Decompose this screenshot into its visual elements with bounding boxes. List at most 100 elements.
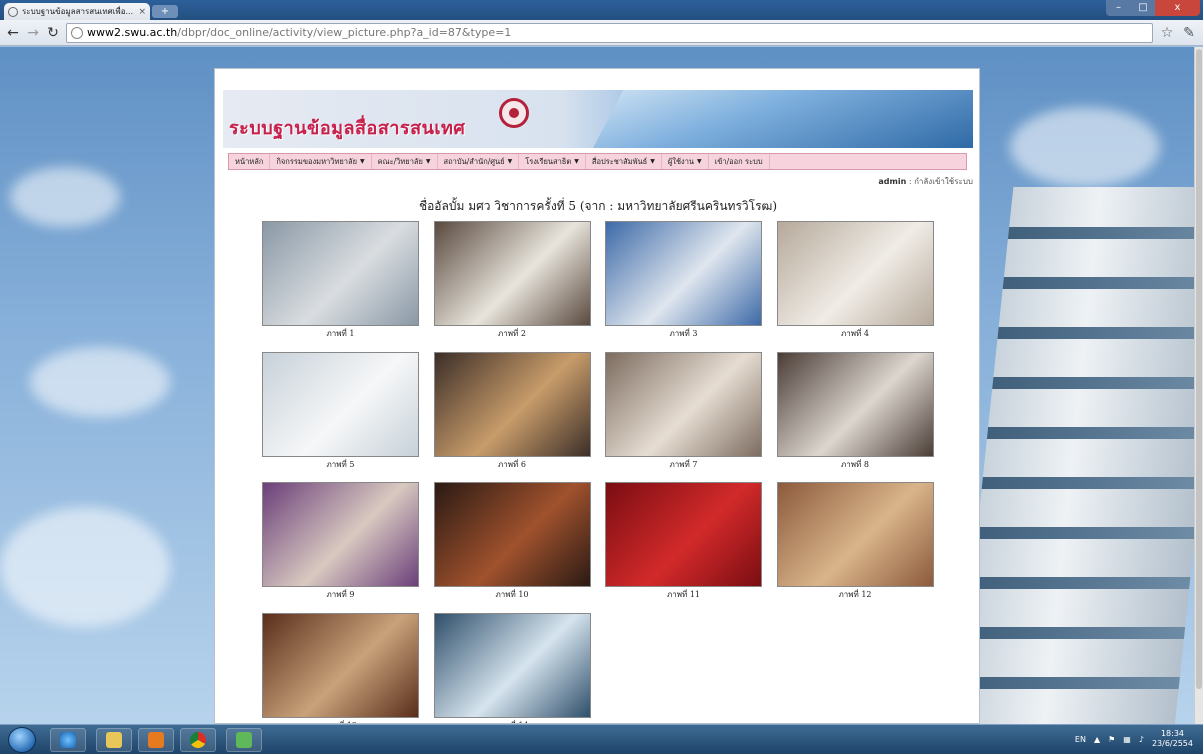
browser-tab[interactable]: ระบบฐานข้อมูลสารสนเทศเพื่อ... × bbox=[4, 3, 150, 20]
user-status: : กำลังเข้าใช้ระบบ bbox=[906, 177, 973, 186]
tray-expand-icon[interactable]: ▲ bbox=[1094, 735, 1100, 744]
forward-arrow-icon[interactable]: → bbox=[26, 25, 40, 41]
photo-caption: ภาพที่ 1 bbox=[326, 329, 355, 338]
cloud-shape bbox=[30, 347, 170, 417]
window-minimize-button[interactable]: – bbox=[1106, 0, 1131, 16]
dropdown-caret-icon: ▼ bbox=[650, 158, 655, 165]
wrench-menu-icon[interactable]: ✎ bbox=[1181, 25, 1197, 41]
dropdown-caret-icon: ▼ bbox=[697, 158, 702, 165]
photo-caption: ภาพที่ 2 bbox=[498, 329, 526, 338]
gallery-photo[interactable] bbox=[605, 482, 762, 587]
gallery-photo[interactable] bbox=[262, 482, 419, 587]
menu-item-label: หน้าหลัก bbox=[235, 156, 264, 166]
gallery-photo[interactable] bbox=[433, 612, 591, 718]
menu-item-label: สถาบัน/สำนัก/ศูนย์ bbox=[443, 156, 505, 166]
photo-caption: ภาพที่ 11 bbox=[666, 590, 701, 599]
gallery-photo[interactable] bbox=[262, 612, 419, 718]
photo-caption: ภาพที่ 4 bbox=[841, 329, 869, 338]
gallery-photo[interactable] bbox=[776, 351, 934, 457]
reload-icon[interactable]: ↻ bbox=[46, 25, 60, 41]
language-indicator[interactable]: EN bbox=[1075, 735, 1086, 744]
file-explorer-icon[interactable] bbox=[96, 728, 132, 752]
menu-item-label: สื่อประชาสัมพันธ์ bbox=[591, 156, 648, 166]
network-app-icon[interactable] bbox=[226, 728, 262, 752]
photo-caption: ภาพที่ 10 bbox=[495, 590, 529, 599]
photo-caption: ภาพที่ 12 bbox=[838, 590, 872, 599]
bookmark-star-icon[interactable]: ☆ bbox=[1159, 25, 1175, 41]
photo-caption: ภาพที่ 9 bbox=[326, 590, 355, 599]
network-icon[interactable]: ▦ bbox=[1123, 735, 1131, 744]
scrollbar-thumb[interactable] bbox=[1196, 49, 1202, 689]
windows-taskbar: EN ▲ ⚑ ▦ ♪ 18:34 23/6/2554 bbox=[0, 724, 1203, 754]
back-arrow-icon[interactable]: ← bbox=[6, 25, 20, 41]
internet-explorer-icon[interactable] bbox=[50, 728, 86, 752]
menu-item-label: ผู้ใช้งาน bbox=[667, 156, 695, 166]
menu-item[interactable]: เข้า/ออก ระบบ bbox=[709, 154, 770, 169]
dropdown-caret-icon: ▼ bbox=[360, 158, 365, 165]
cloud-shape bbox=[1010, 107, 1160, 187]
gallery-photo[interactable] bbox=[776, 221, 934, 326]
photo-caption: ภาพที่ 3 bbox=[669, 329, 698, 338]
menu-item[interactable]: หน้าหลัก bbox=[229, 154, 271, 169]
album-title: ชื่ออัลบั้ม มศว วิชาการครั้งที่ 5 (จาก :… bbox=[418, 199, 778, 213]
menu-item[interactable]: โรงเรียนสาธิต ▼ bbox=[519, 154, 586, 169]
url-path: /dbpr/doc_online/activity/view_picture.p… bbox=[177, 26, 512, 39]
tab-title: ระบบฐานข้อมูลสารสนเทศเพื่อ... bbox=[22, 7, 134, 16]
menu-item[interactable]: กิจกรรมของมหาวิทยาลัย ▼ bbox=[270, 154, 372, 169]
gallery-photo[interactable] bbox=[433, 221, 591, 326]
gallery-photo[interactable] bbox=[605, 351, 762, 457]
tab-close-icon[interactable]: × bbox=[138, 7, 146, 17]
cloud-shape bbox=[0, 507, 170, 627]
photo-caption: ภาพที่ 6 bbox=[498, 459, 526, 469]
building-illustration bbox=[956, 187, 1203, 724]
dropdown-caret-icon: ▼ bbox=[425, 158, 431, 165]
gallery-photo[interactable] bbox=[776, 482, 934, 587]
dropdown-caret-icon: ▼ bbox=[507, 158, 513, 165]
page-info-icon[interactable] bbox=[71, 26, 83, 39]
menu-item[interactable]: ผู้ใช้งาน ▼ bbox=[662, 154, 709, 169]
photo-caption: ภาพที่ 5 bbox=[326, 459, 355, 469]
site-banner: ระบบฐานข้อมูลสื่อสารสนเทศ bbox=[223, 90, 973, 148]
photo-caption: ภาพที่ 7 bbox=[669, 459, 698, 469]
gallery-photo[interactable] bbox=[433, 482, 591, 587]
menu-item[interactable]: สื่อประชาสัมพันธ์ ▼ bbox=[586, 154, 662, 169]
menu-item[interactable]: คณะ/วิทยาลัย ▼ bbox=[372, 154, 438, 169]
site-title: ระบบฐานข้อมูลสื่อสารสนเทศ bbox=[229, 118, 466, 139]
menu-item-label: โรงเรียนสาธิต bbox=[525, 156, 572, 166]
address-bar[interactable]: www2.swu.ac.th/dbpr/doc_online/activity/… bbox=[66, 22, 1153, 43]
system-tray: EN ▲ ⚑ ▦ ♪ 18:34 23/6/2554 bbox=[1075, 729, 1193, 749]
chrome-browser-icon[interactable] bbox=[180, 728, 216, 752]
volume-icon[interactable]: ♪ bbox=[1139, 735, 1144, 744]
start-button-icon[interactable] bbox=[8, 727, 36, 753]
new-tab-button[interactable]: + bbox=[152, 5, 178, 18]
action-center-flag-icon[interactable]: ⚑ bbox=[1108, 735, 1115, 744]
user-name[interactable]: admin bbox=[878, 177, 906, 186]
window-close-button[interactable]: x bbox=[1155, 0, 1200, 16]
browser-toolbar: ← → ↻ www2.swu.ac.th/dbpr/doc_online/act… bbox=[0, 20, 1203, 46]
tab-favicon-icon bbox=[8, 6, 18, 17]
url-host: www2.swu.ac.th bbox=[87, 26, 178, 39]
main-menu: หน้าหลัก กิจกรรมของมหาวิทยาลัย ▼ คณะ/วิทยาล… bbox=[228, 153, 967, 170]
clock-date: 23/6/2554 bbox=[1151, 739, 1193, 748]
cloud-shape bbox=[10, 167, 120, 227]
user-status-line: admin : กำลังเข้าใช้ระบบ bbox=[775, 175, 973, 188]
menu-item[interactable]: สถาบัน/สำนัก/ศูนย์ ▼ bbox=[438, 154, 520, 169]
page-scrollbar[interactable] bbox=[1194, 47, 1203, 724]
media-player-icon[interactable] bbox=[138, 728, 174, 752]
system-clock[interactable]: 18:34 23/6/2554 bbox=[1152, 729, 1193, 749]
gallery-photo[interactable] bbox=[262, 221, 419, 326]
menu-item-label: เข้า/ออก ระบบ bbox=[714, 156, 763, 166]
browser-titlebar: ระบบฐานข้อมูลสารสนเทศเพื่อ... × + – □ x bbox=[0, 0, 1203, 20]
window-maximize-button[interactable]: □ bbox=[1131, 0, 1155, 16]
clock-time: 18:34 bbox=[1160, 729, 1185, 738]
content-page: ระบบฐานข้อมูลสื่อสารสนเทศ หน้าหลัก กิจกรร… bbox=[214, 68, 980, 724]
gallery-photo[interactable] bbox=[262, 351, 419, 457]
dropdown-caret-icon: ▼ bbox=[574, 158, 579, 165]
menu-item-label: กิจกรรมของมหาวิทยาลัย bbox=[276, 156, 357, 166]
gallery-photo[interactable] bbox=[433, 351, 591, 457]
banner-photo bbox=[593, 90, 973, 148]
photo-caption: ภาพที่ 8 bbox=[841, 459, 869, 469]
university-seal-icon bbox=[499, 98, 529, 128]
menu-item-label: คณะ/วิทยาลัย bbox=[377, 156, 423, 166]
gallery-photo[interactable] bbox=[605, 221, 762, 326]
